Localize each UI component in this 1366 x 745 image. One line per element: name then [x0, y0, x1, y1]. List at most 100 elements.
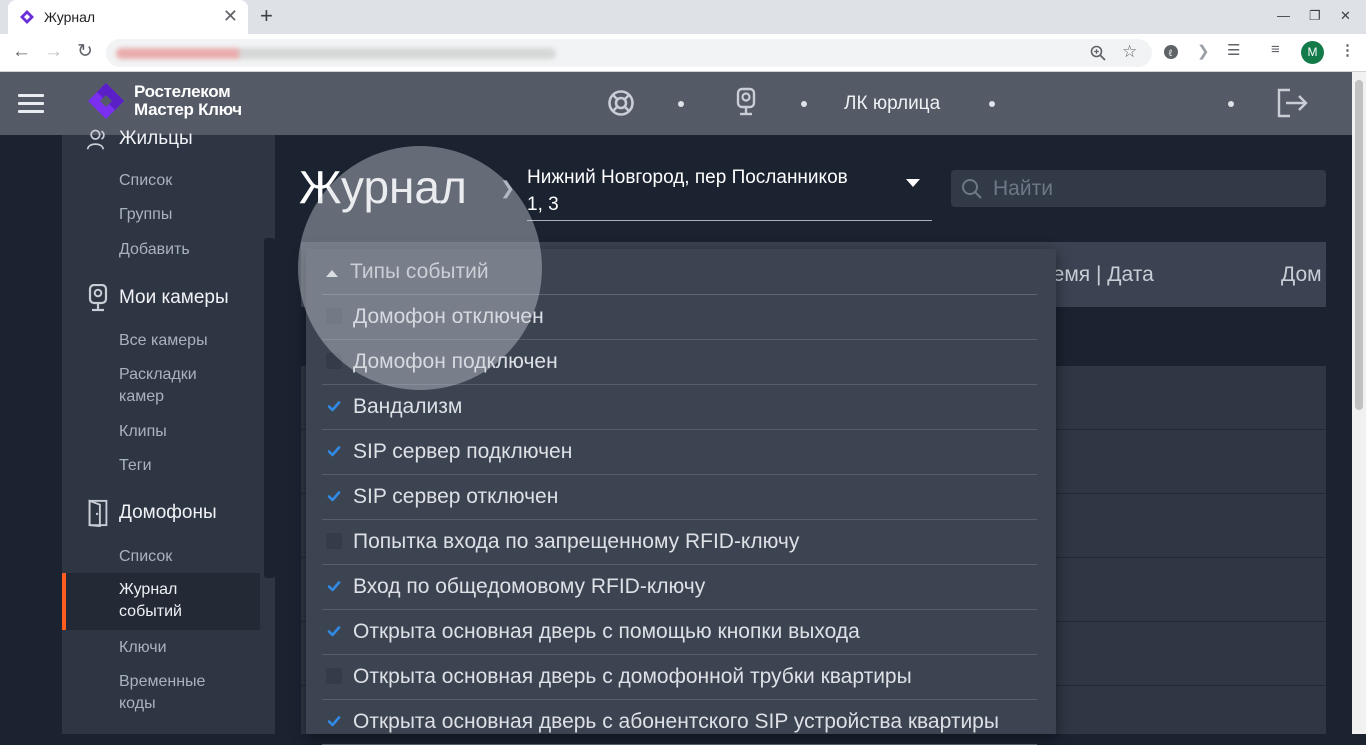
sidebar-item-residents-groups[interactable]: Группы	[119, 204, 172, 226]
extension-arrow-icon[interactable]: ❯	[1197, 42, 1210, 60]
checkbox[interactable]	[326, 353, 342, 369]
sidebar-item-all-cameras[interactable]: Все камеры	[119, 330, 208, 352]
column-header-time-date[interactable]: ремя | Дата	[1041, 263, 1154, 287]
app-header: Ростелеком Мастер Ключ ЛК юрлица	[0, 72, 1352, 135]
camera-icon[interactable]	[732, 87, 760, 117]
option-label: SIP сервер подключен	[353, 440, 573, 463]
checkbox[interactable]	[326, 713, 342, 729]
back-icon[interactable]: ←	[12, 41, 31, 63]
checkbox[interactable]	[326, 398, 342, 414]
header-separator-dot	[801, 101, 807, 107]
browser-menu-icon[interactable]: ⋮	[1340, 41, 1355, 59]
brand-name: Ростелеком Мастер Ключ	[134, 82, 242, 119]
sidebar-scrollbar[interactable]	[264, 238, 275, 578]
profile-avatar[interactable]: M	[1301, 41, 1324, 64]
page-scrollbar-thumb[interactable]	[1355, 80, 1363, 410]
svg-text:ℓ: ℓ	[1168, 48, 1173, 59]
breadcrumb-chevron-icon: ❯	[500, 178, 516, 198]
media-control-icon[interactable]: ≡	[1271, 41, 1280, 58]
checkmark-icon	[327, 491, 341, 502]
address-bar[interactable]: ☆	[106, 39, 1152, 67]
event-type-option[interactable]: Вандализм	[322, 385, 1037, 430]
search-box	[951, 170, 1326, 207]
sidebar-item-label: Журнал событий	[119, 581, 182, 620]
checkmark-icon	[327, 581, 341, 592]
dropdown-caret-icon	[906, 179, 920, 187]
option-label: SIP сервер отключен	[353, 485, 559, 508]
zoom-icon[interactable]	[1090, 45, 1106, 61]
restore-icon[interactable]: ❐	[1309, 8, 1321, 24]
header-separator-dot	[678, 101, 684, 107]
sidebar-item-clips[interactable]: Клипы	[119, 421, 167, 443]
collapse-caret-icon	[326, 270, 338, 277]
checkmark-icon	[327, 716, 341, 727]
sidebar-item-event-log[interactable]: Журнал событий	[62, 573, 260, 630]
browser-tab[interactable]: Журнал ✕	[8, 0, 248, 34]
sidebar-item-keys[interactable]: Ключи	[119, 637, 167, 659]
forward-icon[interactable]: →	[44, 41, 63, 63]
minimize-icon[interactable]: —	[1277, 8, 1290, 23]
option-label: Открыта основная дверь с абонентского SI…	[353, 710, 999, 733]
filter-title: Типы событий	[350, 260, 489, 283]
column-header-house[interactable]: Дом	[1281, 263, 1322, 287]
extension-icon[interactable]: ℓ	[1163, 44, 1179, 60]
event-type-option[interactable]: Попытка входа по запрещенному RFID-ключу	[322, 520, 1037, 565]
checkbox[interactable]	[326, 533, 342, 549]
bookmark-star-icon[interactable]: ☆	[1122, 42, 1137, 62]
header-separator-dot	[1228, 101, 1234, 107]
event-type-option[interactable]: Домофон отключен	[322, 295, 1037, 340]
option-label: Открыта основная дверь с домофонной труб…	[353, 665, 912, 688]
menu-icon[interactable]	[18, 94, 44, 114]
search-icon	[962, 179, 982, 199]
event-types-filter-panel: Типы событий Домофон отключен Домофон по…	[306, 249, 1056, 745]
door-icon	[88, 499, 108, 527]
support-lifebuoy-icon[interactable]	[607, 88, 635, 118]
reload-icon[interactable]: ↻	[77, 41, 93, 63]
sidebar-item-temp-codes[interactable]: Временные коды	[119, 671, 205, 715]
account-link[interactable]: ЛК юрлица	[844, 93, 940, 115]
logout-icon[interactable]	[1276, 87, 1308, 119]
header-separator-dot	[989, 101, 995, 107]
blurred-url	[116, 48, 556, 59]
address-select[interactable]: Нижний Новгород, пер Посланников 1, 3	[527, 162, 932, 221]
rostelecom-logo-icon	[88, 83, 124, 119]
sidebar-item-intercoms-list[interactable]: Список	[119, 546, 172, 568]
checkbox[interactable]	[326, 578, 342, 594]
checkbox[interactable]	[326, 488, 342, 504]
address-value: Нижний Новгород, пер Посланников 1, 3	[527, 167, 848, 215]
sidebar: Жильцы Список Группы Добавить Мои камеры…	[62, 128, 275, 734]
tab-title: Журнал	[44, 9, 96, 25]
event-type-option[interactable]: Открыта основная дверь с абонентского SI…	[322, 700, 1037, 745]
camera-icon	[88, 284, 108, 312]
option-label: Домофон подключен	[353, 350, 558, 373]
event-type-option[interactable]: Открыта основная дверь с домофонной труб…	[322, 655, 1037, 700]
event-types-filter-header[interactable]: Типы событий	[322, 259, 1037, 295]
event-type-option[interactable]: Открыта основная дверь с помощью кнопки …	[322, 610, 1037, 655]
event-type-option[interactable]: Вход по общедомовому RFID-ключу	[322, 565, 1037, 610]
tab-close-icon[interactable]: ✕	[223, 6, 238, 26]
checkbox[interactable]	[326, 443, 342, 459]
page-title: Журнал	[299, 161, 467, 213]
reading-list-icon[interactable]: ☰	[1227, 41, 1240, 59]
checkmark-icon	[327, 446, 341, 457]
option-label: Домофон отключен	[353, 305, 544, 328]
checkmark-icon	[327, 626, 341, 637]
new-tab-button[interactable]: +	[260, 4, 273, 28]
option-label: Открыта основная дверь с помощью кнопки …	[353, 620, 860, 643]
rostelecom-favicon-icon	[20, 10, 34, 24]
checkbox[interactable]	[326, 308, 342, 324]
window-close-icon[interactable]: ✕	[1340, 8, 1351, 24]
checkbox[interactable]	[326, 623, 342, 639]
option-label: Вход по общедомовому RFID-ключу	[353, 575, 706, 598]
residents-icon	[86, 129, 105, 150]
event-type-option[interactable]: SIP сервер отключен	[322, 475, 1037, 520]
event-type-option[interactable]: Домофон подключен	[322, 340, 1037, 385]
search-input[interactable]	[993, 170, 1313, 207]
browser-tab-bar: Журнал ✕ + — ❐ ✕	[0, 0, 1366, 34]
sidebar-item-residents-list[interactable]: Список	[119, 170, 172, 192]
sidebar-item-residents-add[interactable]: Добавить	[119, 239, 190, 261]
sidebar-item-camera-layouts[interactable]: Раскладки камер	[119, 364, 197, 408]
event-type-option[interactable]: SIP сервер подключен	[322, 430, 1037, 475]
sidebar-item-tags[interactable]: Теги	[119, 455, 152, 477]
checkbox[interactable]	[326, 668, 342, 684]
